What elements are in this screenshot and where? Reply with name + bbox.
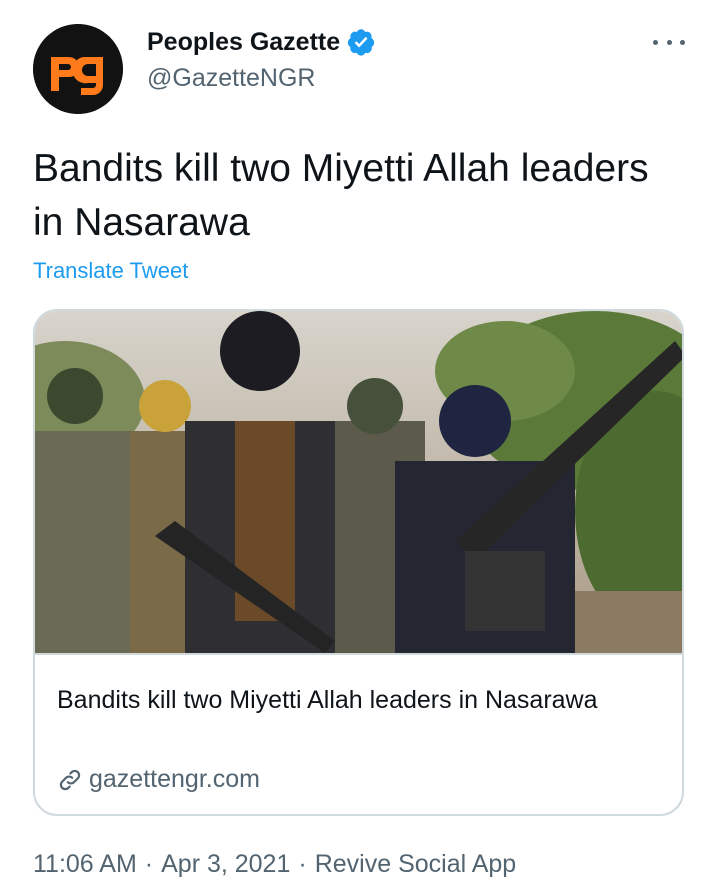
verified-badge-icon xyxy=(348,29,375,56)
more-dot xyxy=(666,39,672,45)
more-dot xyxy=(653,39,658,45)
card-domain: gazettengr.com xyxy=(57,765,260,794)
tweet-source[interactable]: Revive Social App xyxy=(315,850,517,879)
author-name-row: Peoples Gazette xyxy=(147,26,376,58)
card-domain-text: gazettengr.com xyxy=(89,765,260,793)
author-handle[interactable]: @GazetteNGR xyxy=(147,64,315,93)
tweet-date[interactable]: Apr 3, 2021 xyxy=(161,850,290,879)
tweet-time[interactable]: 11:06 AM xyxy=(33,850,137,879)
avatar[interactable] xyxy=(33,24,123,114)
more-dot xyxy=(680,39,685,45)
more-horizontal-icon[interactable] xyxy=(653,30,685,54)
link-preview-card[interactable]: Bandits kill two Miyetti Allah leaders i… xyxy=(33,309,684,816)
card-title: Bandits kill two Miyetti Allah leaders i… xyxy=(57,686,598,714)
meta-separator: · xyxy=(298,850,307,878)
tweet-text: Bandits kill two Miyetti Allah leaders i… xyxy=(33,147,649,244)
link-icon xyxy=(59,769,81,790)
card-body: Bandits kill two Miyetti Allah leaders i… xyxy=(35,653,682,814)
tweet-header: Peoples Gazette @GazetteNGR xyxy=(0,0,719,130)
display-name[interactable]: Peoples Gazette xyxy=(147,28,340,57)
translate-tweet-link[interactable]: Translate Tweet xyxy=(33,258,188,284)
peoples-gazette-logo xyxy=(33,24,123,114)
meta-separator: · xyxy=(144,850,154,878)
card-thumbnail-image xyxy=(35,311,682,653)
tweet-meta: 11:06 AM · Apr 3, 2021 · Revive Social A… xyxy=(33,850,516,879)
